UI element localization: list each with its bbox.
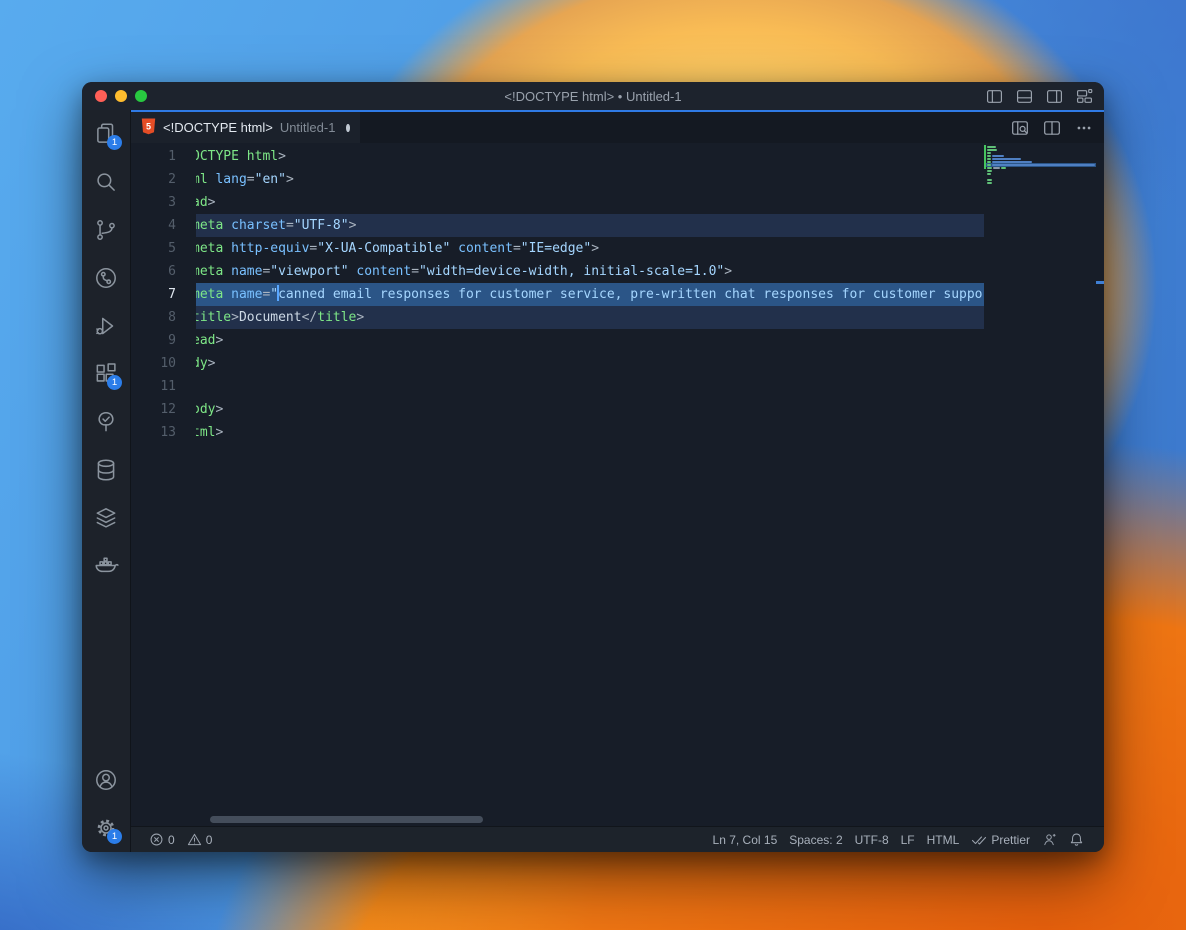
code-line-3[interactable]: ad>	[196, 191, 984, 214]
customize-layout-icon[interactable]	[1074, 86, 1094, 106]
explorer-badge: 1	[107, 135, 122, 150]
line-number: 7	[131, 283, 196, 306]
source-control-icon	[93, 217, 119, 243]
extensions-badge: 1	[107, 375, 122, 390]
code-line-2[interactable]: ml lang="en">	[196, 168, 984, 191]
code-line-6[interactable]: meta name="viewport" content="width=devi…	[196, 260, 984, 283]
status-cursor-position[interactable]: Ln 7, Col 15	[707, 827, 784, 852]
code-line-13[interactable]: tml>	[196, 421, 984, 444]
activity-item-explorer[interactable]: 1	[82, 110, 130, 158]
line-number: 9	[131, 329, 196, 352]
testing-icon	[93, 409, 119, 435]
minimap-lines	[987, 146, 1095, 185]
minimap[interactable]	[984, 143, 1104, 826]
line-number: 12	[131, 398, 196, 421]
activity-item-source-control[interactable]	[82, 206, 130, 254]
code-line-9[interactable]: ead>	[196, 329, 984, 352]
tab-bar: 5 <!DOCTYPE html> Untitled-1	[131, 110, 1104, 143]
toggle-panel-icon[interactable]	[1014, 86, 1034, 106]
warning-icon	[187, 832, 202, 847]
tab-modified-dot[interactable]	[346, 124, 350, 132]
titlebar-layout-actions	[984, 82, 1094, 110]
database-icon	[93, 457, 119, 483]
activity-bar: 1 1 1	[82, 110, 131, 852]
activity-item-layers[interactable]	[82, 494, 130, 542]
activity-item-docker[interactable]	[82, 542, 130, 590]
status-feedback[interactable]	[1036, 827, 1063, 852]
split-editor-icon[interactable]	[1042, 118, 1062, 138]
vscode-window: <!DOCTYPE html> • Untitled-1 11 1 5 <!DO…	[82, 82, 1104, 852]
code-area[interactable]: OCTYPE html>ml lang="en">ad>meta charset…	[196, 143, 984, 826]
status-indentation[interactable]: Spaces: 2	[783, 827, 848, 852]
window-title: <!DOCTYPE html> • Untitled-1	[82, 89, 1104, 104]
line-number-gutter: 12345678910111213	[131, 143, 196, 826]
code-line-4[interactable]: meta charset="UTF-8">	[196, 214, 984, 237]
toggle-sidebar-left-icon[interactable]	[984, 86, 1004, 106]
line-number: 6	[131, 260, 196, 283]
activity-item-run-debug[interactable]	[82, 302, 130, 350]
overview-ruler-cursor-mark	[1096, 281, 1104, 284]
tab-secondary-label: Untitled-1	[280, 120, 336, 135]
line-number: 4	[131, 214, 196, 237]
status-bar: 00 Ln 7, Col 15Spaces: 2UTF-8LFHTMLPrett…	[131, 826, 1104, 852]
feedback-icon	[1042, 832, 1057, 847]
line-number: 3	[131, 191, 196, 214]
line-number: 10	[131, 352, 196, 375]
status-eol[interactable]: LF	[895, 827, 921, 852]
status-language-mode[interactable]: HTML	[921, 827, 966, 852]
status-notifications[interactable]	[1063, 827, 1090, 852]
html5-file-icon: 5	[141, 118, 156, 138]
close-window-button[interactable]	[95, 90, 107, 102]
minimap-change-bar	[984, 145, 986, 169]
status-formatter[interactable]: Prettier	[965, 827, 1036, 852]
titlebar: <!DOCTYPE html> • Untitled-1	[82, 82, 1104, 110]
horizontal-scrollbar[interactable]	[210, 816, 483, 823]
run-debug-icon	[93, 313, 119, 339]
line-number: 8	[131, 306, 196, 329]
more-actions-icon[interactable]	[1074, 118, 1094, 138]
layers-icon	[93, 505, 119, 531]
tab-untitled-1[interactable]: 5 <!DOCTYPE html> Untitled-1	[131, 112, 360, 143]
tab-label: <!DOCTYPE html>	[163, 120, 273, 135]
zoom-window-button[interactable]	[135, 90, 147, 102]
code-line-12[interactable]: ody>	[196, 398, 984, 421]
status-errors[interactable]: 0	[143, 827, 181, 852]
activity-item-database[interactable]	[82, 446, 130, 494]
code-line-5[interactable]: meta http-equiv="X-UA-Compatible" conten…	[196, 237, 984, 260]
accounts-icon	[93, 767, 119, 793]
code-line-7[interactable]: meta name="canned email responses for cu…	[196, 283, 984, 306]
settings-badge: 1	[107, 829, 122, 844]
toggle-sidebar-right-icon[interactable]	[1044, 86, 1064, 106]
activity-item-extensions[interactable]: 1	[82, 350, 130, 398]
line-number: 11	[131, 375, 196, 398]
docker-icon	[93, 553, 119, 579]
status-encoding[interactable]: UTF-8	[849, 827, 895, 852]
code-line-11[interactable]	[196, 375, 984, 398]
line-number: 13	[131, 421, 196, 444]
search-icon	[93, 169, 119, 195]
code-line-10[interactable]: dy>	[196, 352, 984, 375]
activity-item-git-graph[interactable]	[82, 254, 130, 302]
editor-area: 12345678910111213 OCTYPE html>ml lang="e…	[131, 143, 1104, 826]
code-line-1[interactable]: OCTYPE html>	[196, 145, 984, 168]
line-number: 1	[131, 145, 196, 168]
double-check-icon	[971, 833, 987, 847]
activity-item-settings[interactable]: 1	[82, 804, 130, 852]
code-line-8[interactable]: title>Document</title>	[196, 306, 984, 329]
status-warnings[interactable]: 0	[181, 827, 219, 852]
svg-text:5: 5	[146, 121, 151, 131]
minimize-window-button[interactable]	[115, 90, 127, 102]
open-preview-icon[interactable]	[1010, 118, 1030, 138]
activity-item-accounts[interactable]	[82, 756, 130, 804]
git-graph-icon	[93, 265, 119, 291]
traffic-lights	[95, 90, 147, 102]
line-number: 5	[131, 237, 196, 260]
line-number: 2	[131, 168, 196, 191]
activity-item-testing[interactable]	[82, 398, 130, 446]
activity-item-search[interactable]	[82, 158, 130, 206]
editor-actions	[1010, 112, 1094, 143]
error-icon	[149, 832, 164, 847]
bell-icon	[1069, 832, 1084, 847]
